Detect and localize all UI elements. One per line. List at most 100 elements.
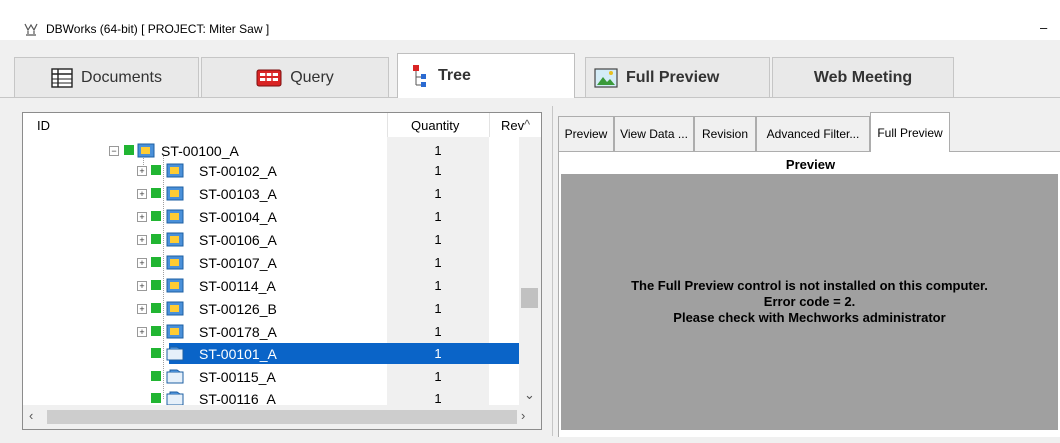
assembly-icon bbox=[166, 301, 184, 316]
tab-query-label: Query bbox=[290, 68, 334, 86]
assembly-icon bbox=[166, 255, 184, 270]
preview-title: Preview bbox=[785, 157, 836, 172]
tree-row-selected[interactable]: ST-00101_A 1 bbox=[23, 344, 519, 364]
column-header-quantity[interactable]: Quantity bbox=[411, 118, 459, 133]
tab-revision[interactable]: Revision bbox=[694, 116, 756, 151]
scroll-down-icon[interactable]: ⌄ bbox=[524, 387, 535, 403]
title-bar: DBWorks (64-bit) [ PROJECT: Miter Saw ] … bbox=[0, 0, 1060, 40]
scroll-up-icon[interactable]: ^ bbox=[524, 117, 530, 132]
scroll-right-icon[interactable]: › bbox=[521, 408, 525, 423]
window-title: DBWorks (64-bit) [ PROJECT: Miter Saw ] bbox=[46, 22, 270, 36]
status-green-icon bbox=[124, 145, 134, 155]
preview-area: The Full Preview control is not installe… bbox=[561, 174, 1058, 430]
tab-web-meeting-label: Web Meeting bbox=[813, 68, 913, 86]
quantity-cell: 1 bbox=[434, 232, 442, 247]
expand-icon[interactable]: + bbox=[137, 327, 147, 337]
tree-item-label: ST-00115_A bbox=[199, 369, 276, 385]
assembly-icon bbox=[166, 324, 184, 339]
status-green-icon bbox=[151, 165, 161, 175]
query-icon bbox=[256, 69, 282, 86]
column-header-id[interactable]: ID bbox=[37, 118, 50, 133]
collapse-icon[interactable]: − bbox=[109, 146, 119, 156]
tree-row[interactable]: − ST-00100_A 1 bbox=[23, 141, 519, 161]
preview-box: Preview The Full Preview control is not … bbox=[558, 151, 1060, 437]
tab-query[interactable]: Query bbox=[201, 57, 389, 97]
expand-icon[interactable]: + bbox=[137, 258, 147, 268]
tree-row[interactable]: + ST-00102_A 1 bbox=[23, 161, 519, 181]
status-green-icon bbox=[151, 211, 161, 221]
tree-item-label: ST-00103_A bbox=[199, 186, 277, 202]
scroll-left-icon[interactable]: ‹ bbox=[29, 408, 33, 423]
assembly-icon bbox=[137, 143, 155, 158]
tree-row[interactable]: + ST-00178_A 1 bbox=[23, 322, 519, 342]
tab-view-data[interactable]: View Data ... bbox=[614, 116, 694, 151]
quantity-cell: 1 bbox=[434, 255, 442, 270]
column-header-rev[interactable]: Rev bbox=[501, 118, 524, 133]
tree-row[interactable]: + ST-00126_B 1 bbox=[23, 299, 519, 319]
tab-tree[interactable]: Tree bbox=[397, 53, 575, 98]
expand-icon[interactable]: + bbox=[137, 212, 147, 222]
tree-item-label: ST-00101_A bbox=[199, 346, 277, 362]
error-message-line-2: Error code = 2. bbox=[763, 294, 856, 309]
quantity-cell: 1 bbox=[434, 369, 442, 384]
assembly-icon bbox=[166, 163, 184, 178]
expand-icon[interactable]: + bbox=[137, 304, 147, 314]
tree-item-label: ST-00178_A bbox=[199, 324, 277, 340]
vertical-scrollbar[interactable]: ^ ⌄ bbox=[519, 117, 541, 405]
full-preview-icon bbox=[594, 67, 618, 88]
tab-tree-label: Tree bbox=[438, 67, 471, 84]
tree-item-label: ST-00107_A bbox=[199, 255, 277, 271]
tree-row[interactable]: + ST-00106_A 1 bbox=[23, 230, 519, 250]
expand-icon[interactable]: + bbox=[137, 189, 147, 199]
quantity-cell: 1 bbox=[434, 163, 442, 178]
tree-row[interactable]: + ST-00103_A 1 bbox=[23, 184, 519, 204]
tab-full-preview[interactable]: Full Preview bbox=[585, 57, 770, 97]
expand-icon[interactable]: + bbox=[137, 166, 147, 176]
status-green-icon bbox=[151, 326, 161, 336]
status-green-icon bbox=[151, 393, 161, 403]
status-green-icon bbox=[151, 234, 161, 244]
tab-full-preview-label: Full Preview bbox=[626, 68, 720, 86]
status-green-icon bbox=[151, 303, 161, 313]
status-green-icon bbox=[151, 280, 161, 290]
tab-web-meeting[interactable]: Web Meeting bbox=[772, 57, 954, 97]
minimize-button[interactable]: – bbox=[1040, 20, 1047, 35]
preview-panel: Preview View Data ... Revision Advanced … bbox=[552, 106, 1060, 437]
tree-item-label: ST-00100_A bbox=[161, 143, 239, 159]
tree-row[interactable]: ST-00115_A 1 bbox=[23, 367, 519, 387]
status-green-icon bbox=[151, 348, 161, 358]
tree-row[interactable]: + ST-00114_A 1 bbox=[23, 276, 519, 296]
quantity-cell: 1 bbox=[434, 209, 442, 224]
tree-item-label: ST-00126_B bbox=[199, 301, 277, 317]
quantity-cell: 1 bbox=[434, 346, 442, 361]
tab-full-preview-active[interactable]: Full Preview bbox=[870, 112, 950, 152]
tab-preview[interactable]: Preview bbox=[558, 116, 614, 151]
column-separator bbox=[387, 113, 388, 137]
quantity-cell: 1 bbox=[434, 143, 442, 158]
tree-item-label: ST-00114_A bbox=[199, 278, 276, 294]
error-message-line-1: The Full Preview control is not installe… bbox=[631, 278, 988, 293]
tree-row[interactable]: + ST-00104_A 1 bbox=[23, 207, 519, 227]
tree-item-label: ST-00106_A bbox=[199, 232, 277, 248]
app-logo-icon bbox=[24, 23, 38, 36]
tree-item-label: ST-00104_A bbox=[199, 209, 277, 225]
tab-advanced-filter[interactable]: Advanced Filter... bbox=[756, 116, 870, 151]
tab-documents[interactable]: Documents bbox=[14, 57, 199, 97]
expand-icon[interactable]: + bbox=[137, 235, 147, 245]
tab-documents-label: Documents bbox=[81, 68, 162, 86]
expand-icon[interactable]: + bbox=[137, 281, 147, 291]
scroll-thumb[interactable] bbox=[521, 288, 538, 308]
scroll-thumb[interactable] bbox=[47, 410, 517, 424]
error-message-line-3: Please check with Mechworks administrato… bbox=[673, 310, 946, 325]
tree-panel: ID Quantity Rev − ST-00100_A 1 + ST-0010… bbox=[22, 112, 542, 430]
quantity-cell: 1 bbox=[434, 278, 442, 293]
quantity-cell: 1 bbox=[434, 391, 442, 406]
status-green-icon bbox=[151, 188, 161, 198]
horizontal-scrollbar[interactable]: ‹ › bbox=[23, 405, 541, 429]
assembly-icon bbox=[166, 209, 184, 224]
tree-row[interactable]: + ST-00107_A 1 bbox=[23, 253, 519, 273]
main-tab-bar: Documents Query Tree Full Preview Web Me… bbox=[0, 40, 1060, 98]
documents-icon bbox=[51, 67, 73, 88]
part-icon bbox=[166, 346, 184, 361]
status-green-icon bbox=[151, 257, 161, 267]
